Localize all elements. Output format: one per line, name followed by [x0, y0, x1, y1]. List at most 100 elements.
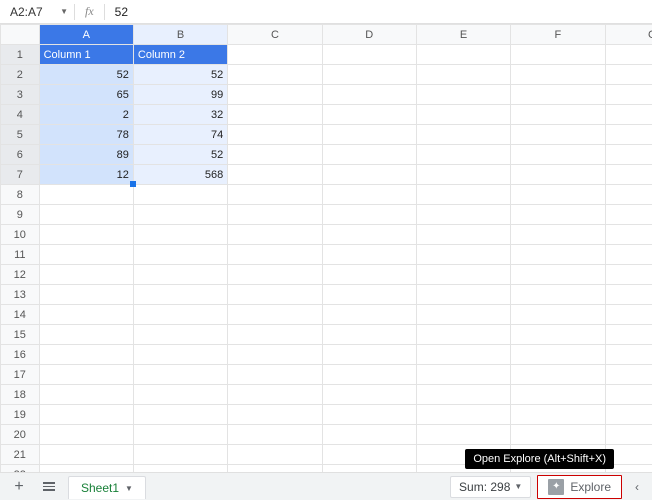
cell[interactable] — [133, 365, 227, 385]
cell[interactable] — [605, 285, 652, 305]
cell[interactable] — [511, 285, 605, 305]
row-header[interactable]: 15 — [1, 325, 40, 345]
cell[interactable] — [416, 205, 510, 225]
cell[interactable] — [228, 165, 322, 185]
cell[interactable] — [511, 365, 605, 385]
cell[interactable] — [511, 125, 605, 145]
row-header[interactable]: 16 — [1, 345, 40, 365]
cell[interactable] — [133, 185, 227, 205]
cell[interactable] — [416, 125, 510, 145]
cell[interactable] — [511, 305, 605, 325]
cell[interactable]: 74 — [133, 125, 227, 145]
cell[interactable] — [416, 185, 510, 205]
cell[interactable] — [511, 245, 605, 265]
cell[interactable] — [133, 305, 227, 325]
cell[interactable] — [228, 85, 322, 105]
cell[interactable] — [39, 325, 133, 345]
row-header[interactable]: 20 — [1, 425, 40, 445]
row-header[interactable]: 4 — [1, 105, 40, 125]
cell[interactable] — [39, 285, 133, 305]
cell[interactable] — [228, 45, 322, 65]
cell[interactable] — [39, 185, 133, 205]
sheet-tab[interactable]: Sheet1 ▼ — [68, 476, 146, 499]
spreadsheet-grid[interactable]: A B C D E F G 1Column 1Column 2 25252 36… — [0, 24, 652, 472]
row-header[interactable]: 14 — [1, 305, 40, 325]
cell[interactable] — [228, 65, 322, 85]
cell[interactable] — [605, 185, 652, 205]
cell[interactable] — [39, 245, 133, 265]
cell[interactable] — [605, 105, 652, 125]
cell[interactable] — [511, 425, 605, 445]
cell[interactable] — [228, 265, 322, 285]
cell[interactable] — [322, 245, 416, 265]
row-header[interactable]: 8 — [1, 185, 40, 205]
row-header[interactable]: 18 — [1, 385, 40, 405]
col-header-E[interactable]: E — [416, 25, 510, 45]
cell[interactable] — [511, 65, 605, 85]
cell[interactable] — [511, 145, 605, 165]
row-header[interactable]: 7 — [1, 165, 40, 185]
cell[interactable] — [39, 465, 133, 473]
cell[interactable] — [133, 465, 227, 473]
cell[interactable] — [228, 385, 322, 405]
cell[interactable] — [39, 345, 133, 365]
cell[interactable] — [511, 405, 605, 425]
col-header-A[interactable]: A — [39, 25, 133, 45]
cell[interactable] — [511, 105, 605, 125]
cell[interactable] — [133, 345, 227, 365]
all-sheets-button[interactable] — [38, 476, 60, 498]
cell[interactable] — [605, 365, 652, 385]
cell[interactable] — [228, 125, 322, 145]
cell[interactable] — [133, 285, 227, 305]
cell[interactable] — [322, 65, 416, 85]
col-header-G[interactable]: G — [605, 25, 652, 45]
cell[interactable] — [605, 425, 652, 445]
cell[interactable] — [322, 385, 416, 405]
col-header-B[interactable]: B — [133, 25, 227, 45]
cell[interactable] — [605, 85, 652, 105]
row-header[interactable]: 1 — [1, 45, 40, 65]
cell[interactable]: 89 — [39, 145, 133, 165]
cell[interactable] — [228, 185, 322, 205]
row-header[interactable]: 10 — [1, 225, 40, 245]
cell[interactable] — [39, 205, 133, 225]
col-header-D[interactable]: D — [322, 25, 416, 45]
row-header[interactable]: 19 — [1, 405, 40, 425]
cell[interactable] — [416, 245, 510, 265]
cell[interactable] — [511, 385, 605, 405]
cell[interactable] — [39, 405, 133, 425]
add-sheet-button[interactable]: + — [8, 476, 30, 498]
cell[interactable] — [511, 265, 605, 285]
cell[interactable] — [605, 405, 652, 425]
cell[interactable] — [605, 165, 652, 185]
row-header[interactable]: 22 — [1, 465, 40, 473]
col-header-F[interactable]: F — [511, 25, 605, 45]
cell[interactable] — [416, 305, 510, 325]
select-all-corner[interactable] — [1, 25, 40, 45]
cell[interactable] — [416, 85, 510, 105]
cell[interactable] — [605, 225, 652, 245]
cell[interactable] — [416, 145, 510, 165]
row-header[interactable]: 11 — [1, 245, 40, 265]
cell[interactable] — [39, 225, 133, 245]
cell[interactable] — [228, 285, 322, 305]
cell[interactable] — [133, 325, 227, 345]
cell[interactable] — [322, 325, 416, 345]
cell[interactable] — [416, 325, 510, 345]
cell[interactable] — [228, 405, 322, 425]
cell[interactable] — [228, 305, 322, 325]
cell[interactable] — [605, 305, 652, 325]
cell[interactable] — [416, 45, 510, 65]
cell[interactable] — [39, 385, 133, 405]
cell[interactable] — [228, 465, 322, 473]
cell[interactable] — [228, 425, 322, 445]
cell[interactable] — [322, 225, 416, 245]
row-header[interactable]: 5 — [1, 125, 40, 145]
cell[interactable] — [416, 65, 510, 85]
cell[interactable] — [39, 305, 133, 325]
cell[interactable] — [322, 265, 416, 285]
cell[interactable] — [228, 205, 322, 225]
cell[interactable] — [133, 205, 227, 225]
cell[interactable]: 52 — [39, 65, 133, 85]
row-header[interactable]: 13 — [1, 285, 40, 305]
